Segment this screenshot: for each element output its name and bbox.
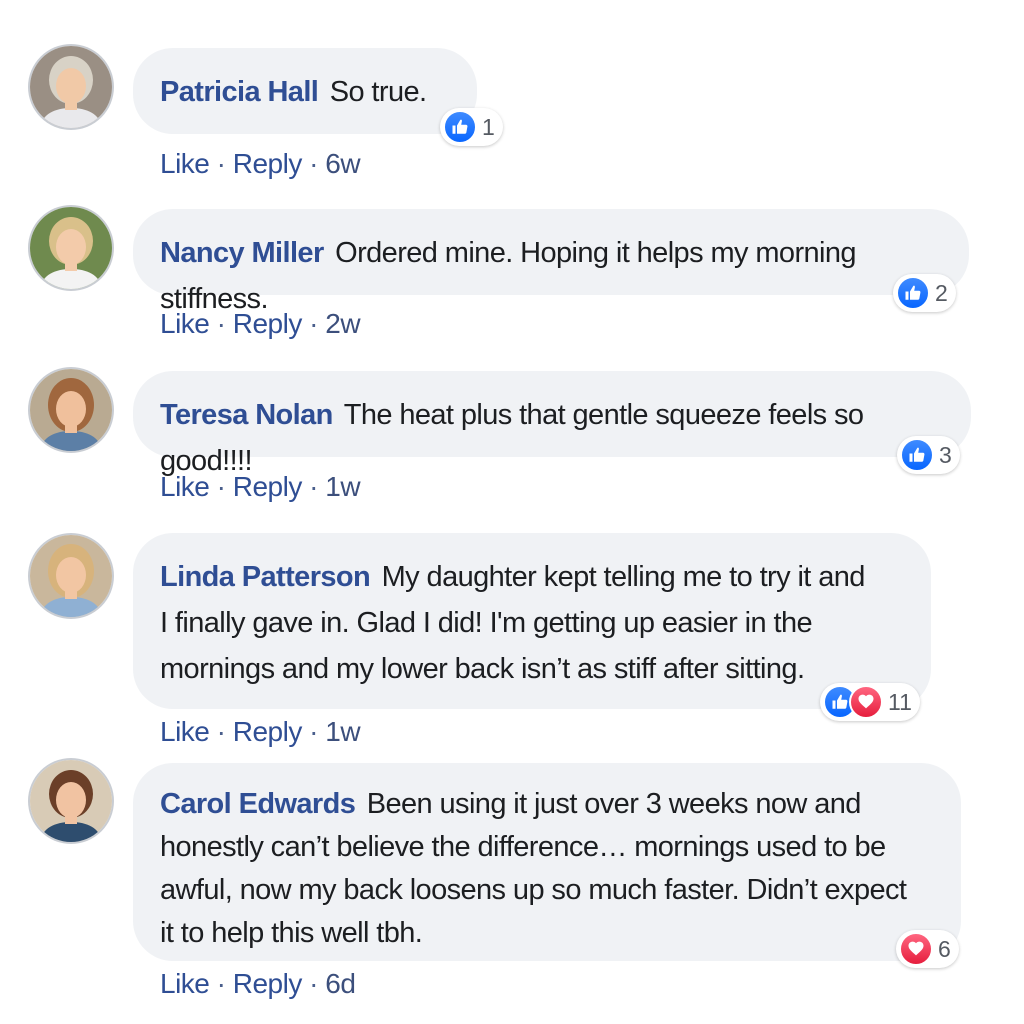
like-icon [443,110,477,144]
separator: · [309,716,326,747]
like-link[interactable]: Like [160,148,210,179]
avatar[interactable] [30,46,112,128]
separator: · [216,148,233,179]
timestamp[interactable]: 6w [325,148,360,179]
comment-bubble: Linda Patterson My daughter kept telling… [133,533,931,709]
like-link[interactable]: Like [160,968,210,999]
reaction-summary[interactable]: 2 [893,274,956,312]
comment-actions: Like · Reply · 6w [160,148,361,180]
like-link[interactable]: Like [160,471,210,502]
reaction-count: 2 [935,279,948,306]
separator: · [309,308,326,339]
heart-icon [899,932,933,966]
reply-link[interactable]: Reply [233,148,303,179]
comment-author[interactable]: Carol Edwards [160,788,356,820]
like-link[interactable]: Like [160,716,210,747]
comment-actions: Like · Reply · 6d [160,968,356,1000]
comment-author[interactable]: Linda Patterson [160,561,371,593]
reaction-summary[interactable]: 1 [440,108,503,146]
timestamp[interactable]: 6d [325,968,356,999]
comment-author[interactable]: Nancy Miller [160,237,324,269]
separator: · [216,471,233,502]
like-icon [900,438,934,472]
comment-actions: Like · Reply · 1w [160,716,361,748]
avatar[interactable] [30,535,112,617]
separator: · [309,471,326,502]
separator: · [216,716,233,747]
comment-author[interactable]: Patricia Hall [160,76,319,108]
comment-bubble: Patricia Hall So true. [133,48,477,134]
reaction-summary[interactable]: 6 [896,930,959,968]
comment-text: So true. [329,76,427,108]
like-link[interactable]: Like [160,308,210,339]
reply-link[interactable]: Reply [233,716,303,747]
reply-link[interactable]: Reply [233,308,303,339]
comment-author[interactable]: Teresa Nolan [160,399,333,431]
timestamp[interactable]: 1w [325,471,360,502]
separator: · [309,148,326,179]
reaction-count: 3 [939,441,952,468]
reaction-summary[interactable]: 11 [820,683,920,721]
reaction-count: 6 [938,935,951,962]
comment-actions: Like · Reply · 1w [160,471,361,503]
reaction-count: 1 [482,113,495,140]
heart-icon [849,685,883,719]
avatar[interactable] [30,207,112,289]
reply-link[interactable]: Reply [233,471,303,502]
timestamp[interactable]: 1w [325,716,360,747]
avatar[interactable] [30,760,112,842]
comment-bubble: Nancy Miller Ordered mine. Hoping it hel… [133,209,969,315]
comment-actions: Like · Reply · 2w [160,308,361,340]
separator: · [216,968,233,999]
separator: · [309,968,326,999]
comment-bubble: Carol Edwards Been using it just over 3 … [133,763,961,961]
like-icon [896,276,930,310]
timestamp[interactable]: 2w [325,308,360,339]
reaction-summary[interactable]: 3 [897,436,960,474]
comment-bubble: Teresa Nolan The heat plus that gentle s… [133,371,971,477]
avatar[interactable] [30,369,112,451]
separator: · [216,308,233,339]
reply-link[interactable]: Reply [233,968,303,999]
reaction-count: 11 [888,688,912,715]
